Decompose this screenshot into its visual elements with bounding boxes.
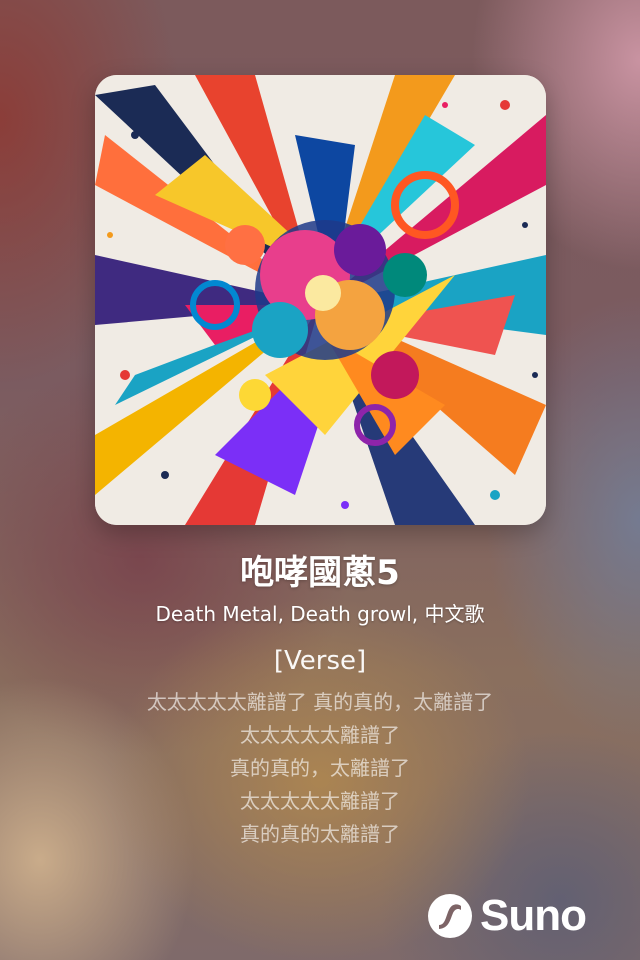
lyric-line: 太太太太太離譜了 [240, 789, 400, 813]
song-style-tags: Death Metal, Death growl, 中文歌 [155, 602, 485, 626]
lyric-line: 太太太太太離譜了 [240, 723, 400, 747]
abstract-art-image [95, 75, 546, 525]
album-cover-art [95, 75, 546, 525]
lyric-line: 真的真的太離譜了 [240, 822, 400, 846]
lyric-line: 真的真的，太離譜了 [230, 756, 410, 780]
lyrics-section-label: [Verse] [273, 646, 367, 676]
brand-name: Suno [480, 891, 587, 940]
song-title: 咆哮國蔥5 [240, 553, 400, 593]
lyric-line: 太太太太太離譜了 真的真的，太離譜了 [146, 690, 494, 714]
suno-brand: Suno [428, 890, 587, 942]
lyrics-list: 太太太太太離譜了 真的真的，太離譜了 太太太太太離譜了 真的真的，太離譜了 太太… [0, 686, 640, 851]
suno-logo-icon [428, 894, 472, 938]
